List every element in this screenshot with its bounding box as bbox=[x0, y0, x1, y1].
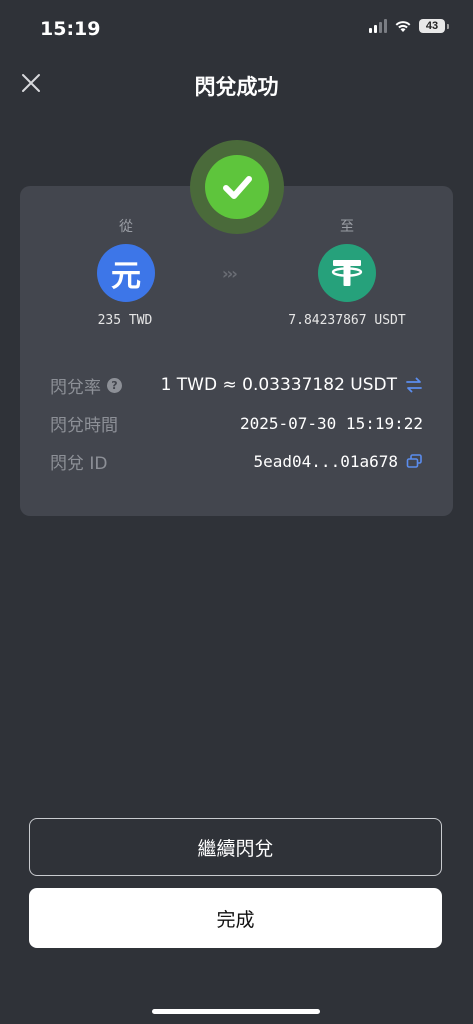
status-bar: 15:19 43 bbox=[0, 0, 473, 56]
rate-value: 1 TWD ≈ 0.03337182 USDT bbox=[160, 375, 397, 395]
from-label: 從 bbox=[119, 219, 133, 235]
copy-icon[interactable] bbox=[406, 453, 423, 469]
continue-swap-button[interactable]: 繼續閃兌 bbox=[29, 818, 442, 876]
time-row: 閃兌時間 2025-07-30 15:19:22 bbox=[50, 411, 423, 436]
rate-row: 閃兌率 ? 1 TWD ≈ 0.03337182 USDT bbox=[50, 373, 423, 398]
twd-coin-glyph: 元 bbox=[111, 259, 141, 294]
twd-coin-icon: 元 bbox=[97, 244, 155, 302]
success-badge bbox=[190, 140, 284, 234]
checkmark-icon bbox=[223, 176, 252, 199]
signal-icon bbox=[369, 19, 387, 33]
id-value: 5ead04...01a678 bbox=[253, 451, 399, 471]
page-title: 閃兌成功 bbox=[194, 75, 279, 99]
id-row: 閃兌 ID 5ead04...01a678 bbox=[50, 449, 423, 474]
from-amount: 235 TWD bbox=[97, 313, 153, 328]
nav-bar: 閃兌成功 bbox=[0, 56, 473, 112]
status-icons: 43 bbox=[369, 19, 449, 33]
wifi-icon bbox=[395, 21, 411, 32]
battery-icon: 43 bbox=[419, 19, 445, 33]
to-label: 至 bbox=[340, 219, 354, 235]
done-button[interactable]: 完成 bbox=[29, 888, 442, 948]
swap-arrows-icon[interactable] bbox=[405, 377, 423, 393]
to-amount: 7.84237867 USDT bbox=[288, 313, 406, 328]
tether-icon bbox=[331, 260, 363, 286]
home-indicator[interactable] bbox=[152, 1009, 320, 1014]
time-value: 2025-07-30 15:19:22 bbox=[239, 413, 423, 433]
arrow-right-icon: ››› bbox=[222, 264, 238, 283]
id-label: 閃兌 ID bbox=[50, 453, 108, 474]
usdt-coin-icon bbox=[318, 244, 376, 302]
battery-level: 43 bbox=[425, 20, 439, 32]
rate-label: 閃兌率 bbox=[50, 377, 101, 398]
status-time: 15:19 bbox=[40, 18, 101, 40]
battery-tip bbox=[447, 23, 449, 29]
success-circle bbox=[205, 155, 269, 219]
time-label: 閃兌時間 bbox=[50, 415, 118, 436]
help-icon[interactable]: ? bbox=[107, 377, 122, 393]
